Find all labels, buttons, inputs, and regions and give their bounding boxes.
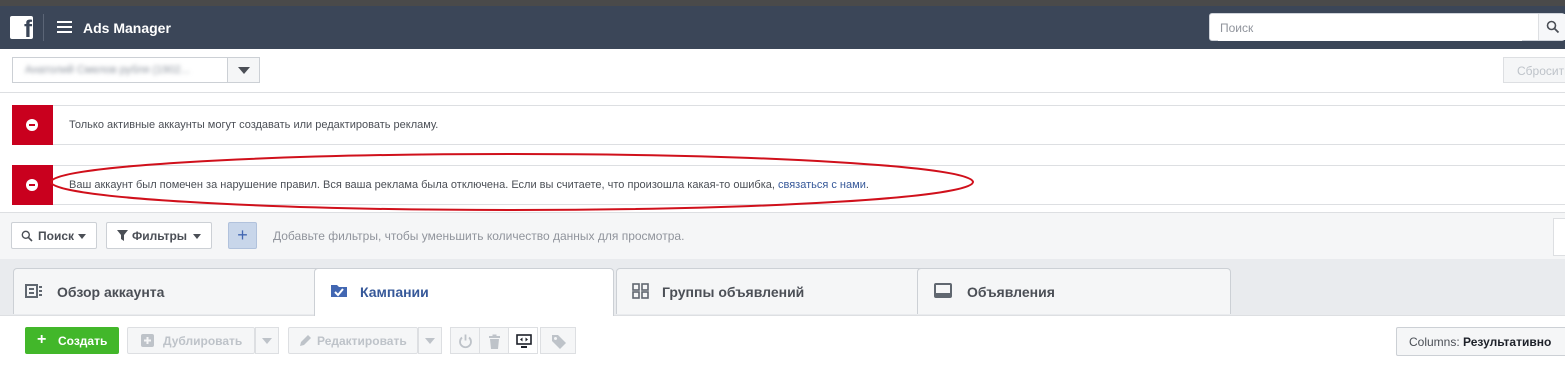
campaign-toolbar: + Создать Дублировать Редактировать Colu… [0, 315, 1565, 368]
account-name: Анатолий Смелов рубля (1902... [25, 64, 190, 76]
duplicate-label: Дублировать [163, 334, 243, 348]
pencil-icon [300, 335, 311, 346]
duplicate-chevron-down-icon[interactable] [255, 327, 279, 354]
alert-policy-violation: Ваш аккаунт был помечен за нарушение пра… [12, 165, 1565, 205]
tab-account-overview[interactable]: Обзор аккаунта [13, 268, 341, 314]
duplicate-icon [141, 334, 154, 347]
filters-button[interactable]: Фильтры [106, 222, 212, 249]
top-navigation-bar: f Ads Manager [0, 6, 1565, 49]
filter-bar: Поиск Фильтры + Добавьте фильтры, чтобы … [0, 212, 1565, 260]
tab-ads[interactable]: Объявления [917, 268, 1231, 314]
facebook-logo[interactable]: f [10, 16, 33, 39]
duplicate-button[interactable]: Дублировать [127, 327, 255, 354]
ads-monitor-icon [934, 283, 952, 298]
preview-swap-icon [516, 334, 532, 348]
plus-icon: + [37, 331, 47, 348]
filter-hint: Добавьте фильтры, чтобы уменьшить количе… [273, 229, 685, 243]
no-entry-icon [26, 179, 38, 191]
tag-button[interactable] [540, 327, 576, 354]
edit-chevron-down-icon[interactable] [418, 327, 442, 354]
tab-label: Объявления [967, 284, 1055, 300]
topbar-divider [43, 14, 44, 41]
alert-icon-block [12, 105, 53, 145]
columns-value: Результативно [1463, 335, 1552, 349]
global-search-input[interactable] [1218, 15, 1522, 41]
filter-funnel-icon [117, 230, 128, 241]
level-tabs-area: Обзор аккаунта Кампании Группы объявлени… [0, 259, 1565, 368]
no-entry-icon [26, 119, 38, 131]
chevron-down-icon [78, 234, 86, 239]
app-title: Ads Manager [83, 20, 171, 36]
toggle-power-button[interactable] [450, 327, 480, 354]
tab-label: Обзор аккаунта [57, 284, 165, 300]
search-filter-button[interactable]: Поиск [11, 222, 97, 249]
tab-ad-sets[interactable]: Группы объявлений [616, 268, 930, 314]
add-filter-button[interactable]: + [228, 222, 257, 249]
account-selector-row: Анатолий Смелов рубля (1902... Сбросить [0, 49, 1565, 93]
alert-inactive-account: Только активные аккаунты могут создавать… [12, 105, 1565, 145]
create-button[interactable]: + Создать [25, 327, 119, 354]
columns-selector[interactable]: Columns: Результативно [1396, 327, 1565, 356]
tag-icon [552, 335, 566, 349]
alert-message: Ваш аккаунт был помечен за нарушение пра… [69, 179, 869, 191]
account-dropdown-chevron-down-icon[interactable] [227, 57, 260, 83]
search-filter-label: Поиск [38, 229, 75, 243]
search-icon [21, 230, 33, 242]
edit-label: Редактировать [317, 334, 407, 348]
filters-label: Фильтры [132, 229, 188, 243]
ad-sets-grid-icon [632, 283, 649, 299]
tab-campaigns[interactable]: Кампании [314, 268, 614, 316]
hamburger-menu-icon[interactable] [57, 21, 72, 33]
chevron-down-icon [193, 234, 201, 239]
edit-button[interactable]: Редактировать [288, 327, 418, 354]
reset-button[interactable]: Сбросить [1503, 57, 1565, 83]
tab-label: Кампании [360, 284, 429, 300]
account-overview-icon [25, 284, 42, 298]
account-selector[interactable]: Анатолий Смелов рубля (1902... [12, 57, 228, 83]
alert-message: Только активные аккаунты могут создавать… [69, 119, 439, 131]
trash-icon [489, 334, 500, 349]
search-icon [1546, 20, 1560, 34]
search-button[interactable] [1538, 14, 1565, 40]
contact-us-link[interactable]: связаться с нами [778, 179, 866, 191]
columns-prefix: Columns: [1409, 335, 1464, 349]
create-label: Создать [58, 334, 108, 348]
filter-bar-right-control[interactable] [1553, 218, 1565, 256]
tab-label: Группы объявлений [662, 284, 805, 300]
delete-button[interactable] [479, 327, 509, 354]
preview-button[interactable] [508, 327, 538, 354]
power-icon [459, 334, 472, 349]
alert-icon-block [12, 165, 53, 205]
global-search [1209, 13, 1565, 41]
campaigns-folder-icon [331, 285, 347, 297]
